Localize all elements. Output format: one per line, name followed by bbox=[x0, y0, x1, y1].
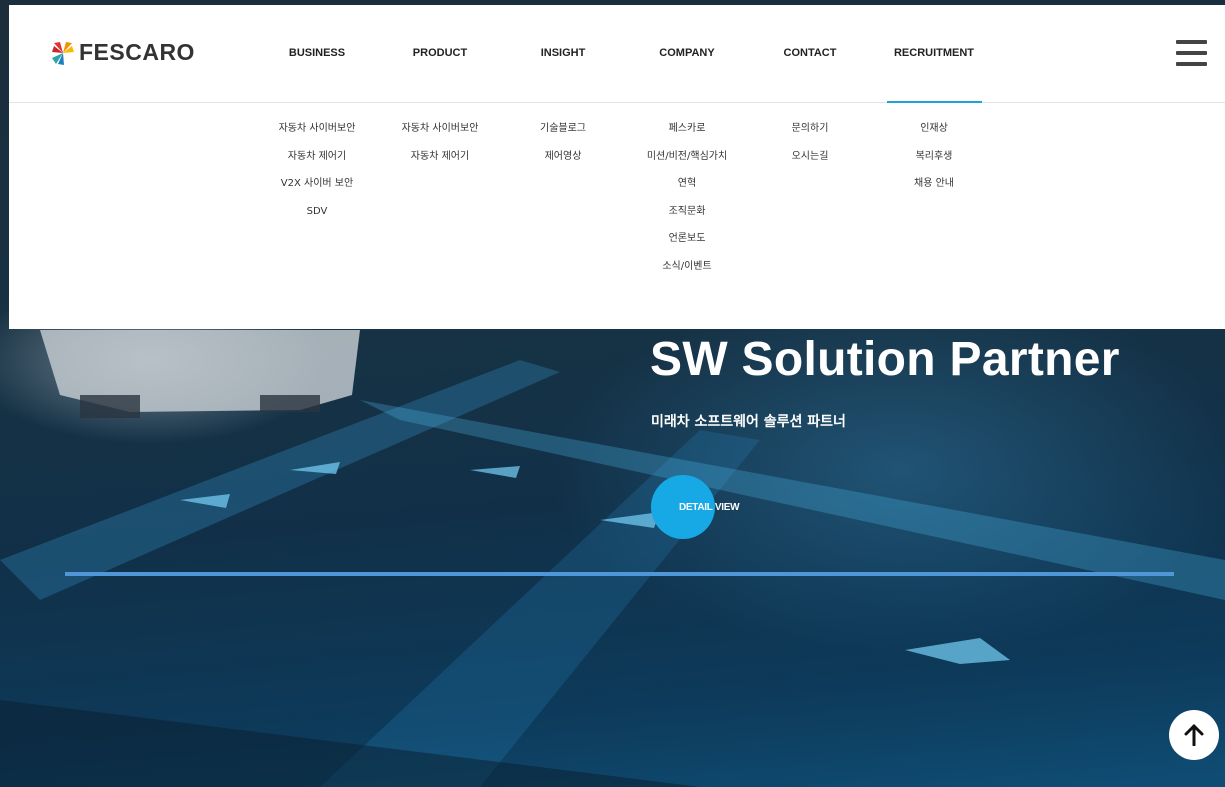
submenu-item[interactable]: 페스카로 bbox=[647, 124, 727, 134]
submenu-insight: 기술블로그 제어영상 bbox=[540, 124, 586, 179]
submenu-item[interactable]: 자동차 제어기 bbox=[279, 151, 356, 162]
hamburger-menu-icon[interactable] bbox=[1176, 40, 1207, 67]
detail-view-label[interactable]: DETAIL VIEW bbox=[679, 502, 740, 513]
brand-name: FESCARO bbox=[79, 39, 195, 65]
submenu-business: 자동차 사이버보안 자동차 제어기 V2X 사이버 보안 SDV bbox=[279, 124, 356, 234]
submenu-contact: 문의하기 오시는길 bbox=[792, 124, 829, 179]
submenu-item[interactable]: 채용 안내 bbox=[914, 179, 954, 189]
submenu-item[interactable]: 제어영상 bbox=[540, 151, 586, 162]
submenu-item[interactable]: 조직문화 bbox=[647, 206, 727, 217]
slide-progress-fill bbox=[65, 572, 1174, 576]
nav-product[interactable]: PRODUCT bbox=[413, 47, 467, 59]
submenu-item[interactable]: 오시는길 bbox=[792, 151, 829, 162]
nav-business[interactable]: BUSINESS bbox=[289, 47, 345, 59]
nav-insight[interactable]: INSIGHT bbox=[541, 47, 586, 59]
submenu-item[interactable]: 자동차 사이버보안 bbox=[279, 124, 356, 134]
fescaro-logo-icon bbox=[50, 40, 76, 66]
submenu-item[interactable]: 미션/비전/핵심가치 bbox=[647, 151, 727, 162]
submenu-item[interactable]: 자동차 사이버보안 bbox=[402, 124, 479, 134]
submenu-item[interactable]: 인재상 bbox=[914, 124, 954, 134]
submenu-item[interactable]: 문의하기 bbox=[792, 124, 829, 134]
submenu-item[interactable]: 자동차 제어기 bbox=[402, 151, 479, 162]
hero-title: SW Solution Partner bbox=[650, 333, 1120, 386]
submenu-item[interactable]: 복리후생 bbox=[914, 151, 954, 162]
mega-menu: 자동차 사이버보안 자동차 제어기 V2X 사이버 보안 SDV 자동차 사이버… bbox=[9, 103, 1225, 329]
nav-contact[interactable]: CONTACT bbox=[784, 47, 837, 59]
submenu-item[interactable]: 언론보도 bbox=[647, 234, 727, 244]
submenu-recruitment: 인재상 복리후생 채용 안내 bbox=[914, 124, 954, 207]
nav-company[interactable]: COMPANY bbox=[659, 47, 714, 59]
submenu-item[interactable]: 기술블로그 bbox=[540, 124, 586, 134]
submenu-item[interactable]: SDV bbox=[279, 206, 356, 217]
submenu-item[interactable]: 연혁 bbox=[647, 179, 727, 189]
submenu-item[interactable]: V2X 사이버 보안 bbox=[279, 179, 356, 189]
scroll-top-button[interactable] bbox=[1169, 710, 1219, 760]
hero-subtitle: 미래차 소프트웨어 솔루션 파트너 bbox=[651, 414, 846, 430]
site-header: FESCARO BUSINESS PRODUCT INSIGHT COMPANY… bbox=[9, 5, 1225, 104]
nav-recruitment[interactable]: RECRUITMENT bbox=[894, 47, 974, 59]
submenu-item[interactable]: 소식/이벤트 bbox=[647, 261, 727, 272]
slide-progress-bar bbox=[65, 572, 1174, 576]
submenu-product: 자동차 사이버보안 자동차 제어기 bbox=[402, 124, 479, 179]
submenu-company: 페스카로 미션/비전/핵심가치 연혁 조직문화 언론보도 소식/이벤트 bbox=[647, 124, 727, 289]
brand-logo[interactable]: FESCARO bbox=[50, 39, 195, 66]
arrow-up-icon bbox=[1184, 724, 1204, 746]
